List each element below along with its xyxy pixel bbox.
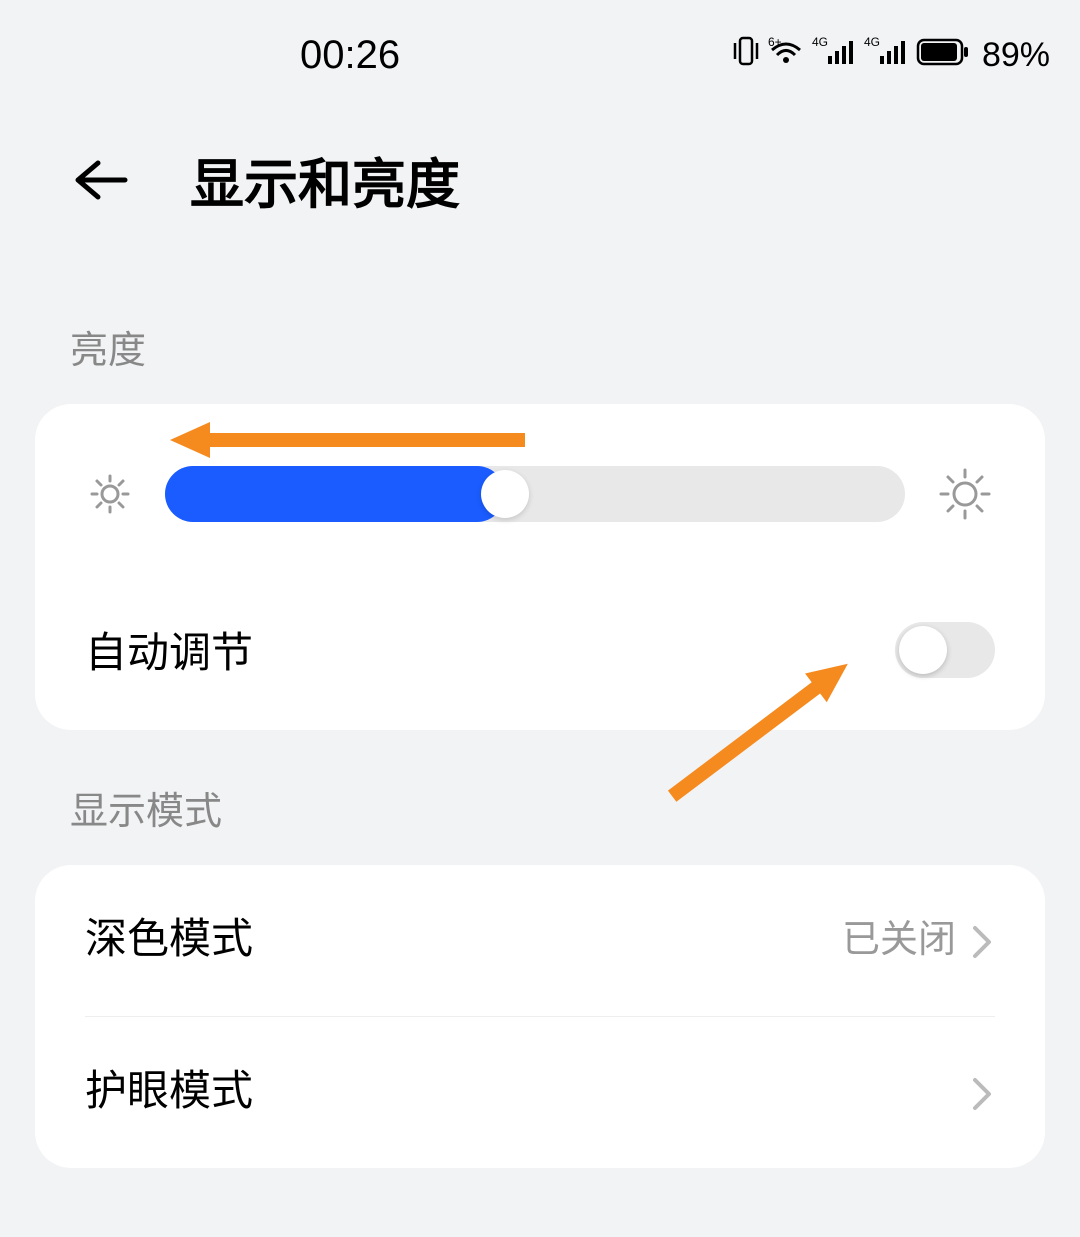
brightness-slider[interactable] [165, 466, 905, 522]
auto-adjust-label: 自动调节 [85, 619, 253, 680]
status-bar: 00:26 6+ 4G 4G 89% [0, 0, 1080, 110]
chevron-right-icon [971, 1076, 995, 1100]
section-label-display-mode: 显示模式 [0, 730, 1080, 865]
signal-1-icon: 4G [812, 36, 856, 75]
toggle-thumb [899, 626, 947, 674]
eye-comfort-label: 护眼模式 [85, 1057, 253, 1118]
battery-percent: 89% [982, 36, 1050, 75]
wifi-icon: 6+ [768, 36, 804, 75]
signal-2-icon: 4G [864, 36, 908, 75]
battery-icon [916, 36, 970, 75]
sun-high-icon [935, 464, 995, 524]
display-mode-card: 深色模式 已关闭 护眼模式 [35, 865, 1045, 1168]
svg-text:4G: 4G [812, 36, 828, 49]
back-button[interactable] [70, 150, 130, 210]
page-title: 显示和亮度 [190, 140, 460, 219]
brightness-slider-row [35, 404, 1045, 579]
svg-text:4G: 4G [864, 36, 880, 49]
sun-low-icon [85, 469, 135, 519]
section-label-brightness: 亮度 [0, 269, 1080, 404]
brightness-card: 自动调节 [35, 404, 1045, 730]
status-time: 00:26 [300, 33, 400, 78]
dark-mode-value: 已关闭 [842, 908, 956, 963]
auto-adjust-toggle[interactable] [895, 622, 995, 678]
status-indicators: 6+ 4G 4G 89% [732, 34, 1050, 77]
vibrate-icon [732, 34, 760, 77]
auto-adjust-row: 自动调节 [35, 579, 1045, 730]
eye-comfort-row[interactable]: 护眼模式 [35, 1017, 1045, 1168]
brightness-slider-thumb[interactable] [481, 470, 529, 518]
chevron-right-icon [971, 924, 995, 948]
brightness-slider-fill [165, 466, 505, 522]
header: 显示和亮度 [0, 110, 1080, 269]
dark-mode-label: 深色模式 [85, 905, 253, 966]
dark-mode-row[interactable]: 深色模式 已关闭 [35, 865, 1045, 1016]
